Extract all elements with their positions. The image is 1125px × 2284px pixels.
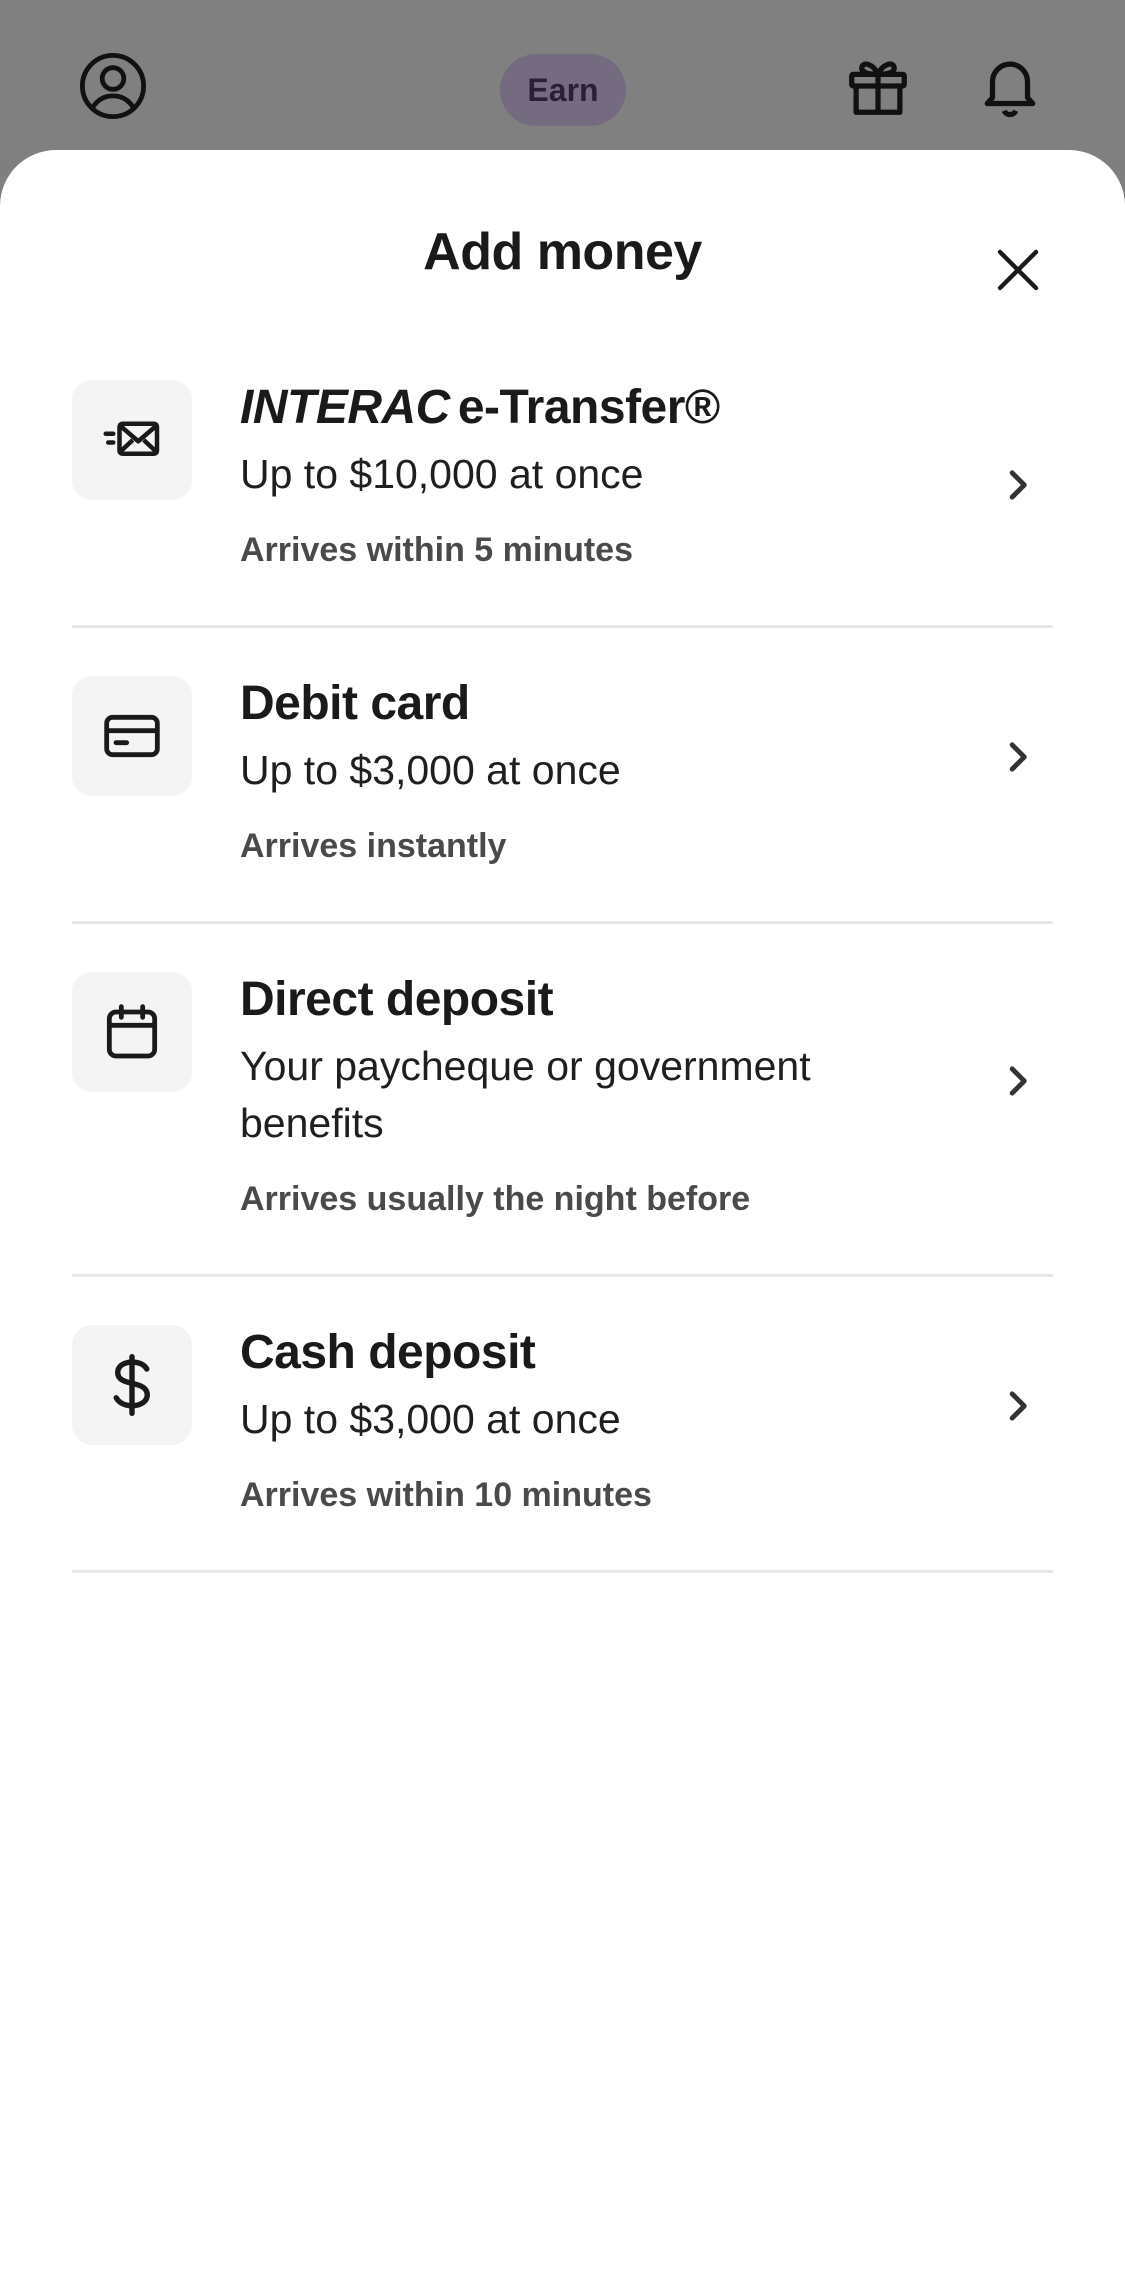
option-icon-box	[72, 1325, 192, 1445]
option-subtitle: Your paycheque or government benefits	[240, 1043, 811, 1146]
gift-icon[interactable]	[838, 46, 918, 126]
close-button[interactable]	[978, 230, 1058, 310]
option-title: Direct deposit	[240, 973, 554, 1026]
credit-card-icon	[104, 714, 160, 758]
add-money-options: INTERAC e-Transfer® Up to $10,000 at once…	[72, 380, 1053, 1573]
close-icon	[997, 249, 1039, 291]
mail-fast-icon	[103, 421, 160, 456]
option-meta: Arrives within 5 minutes	[240, 531, 633, 569]
option-interac-etransfer[interactable]: INTERAC e-Transfer® Up to $10,000 at once…	[72, 380, 1053, 628]
option-cash-deposit[interactable]: Cash deposit Up to $3,000 at once Arrive…	[72, 1277, 1053, 1573]
top-bar: Earn	[0, 0, 1125, 160]
earn-button[interactable]: Earn	[500, 54, 626, 126]
option-title: INTERAC e-Transfer®	[240, 376, 943, 440]
option-subtitle: Up to $10,000 at once	[240, 451, 644, 497]
option-title: Debit card	[240, 677, 470, 730]
option-subtitle: Up to $3,000 at once	[240, 1396, 621, 1442]
option-icon-box	[72, 676, 192, 796]
option-meta: Arrives within 10 minutes	[240, 1476, 652, 1514]
option-icon-box	[72, 380, 192, 500]
earn-label: Earn	[527, 71, 599, 108]
option-direct-deposit[interactable]: Direct deposit Your paycheque or governm…	[72, 924, 1053, 1277]
profile-icon[interactable]	[73, 46, 153, 126]
chevron-right-icon	[997, 465, 1037, 505]
dollar-icon	[113, 1353, 150, 1417]
sheet-title: Add money	[423, 223, 702, 281]
bell-icon[interactable]	[970, 46, 1050, 126]
calendar-icon	[106, 1004, 158, 1059]
option-debit-card[interactable]: Debit card Up to $3,000 at once Arrives …	[72, 628, 1053, 924]
option-icon-box	[72, 972, 192, 1092]
option-meta: Arrives instantly	[240, 827, 507, 865]
option-subtitle: Up to $3,000 at once	[240, 747, 621, 793]
chevron-right-icon	[997, 1386, 1037, 1426]
option-meta: Arrives usually the night before	[240, 1180, 751, 1218]
chevron-right-icon	[997, 737, 1037, 777]
interac-brand: INTERAC	[240, 381, 450, 434]
chevron-right-icon	[997, 1061, 1037, 1101]
add-money-sheet: Add money INTERAC e-Transfer® Up to $10,…	[0, 150, 1125, 2284]
option-title: Cash deposit	[240, 1326, 536, 1379]
option-title-rest: e-Transfer®	[457, 381, 720, 434]
